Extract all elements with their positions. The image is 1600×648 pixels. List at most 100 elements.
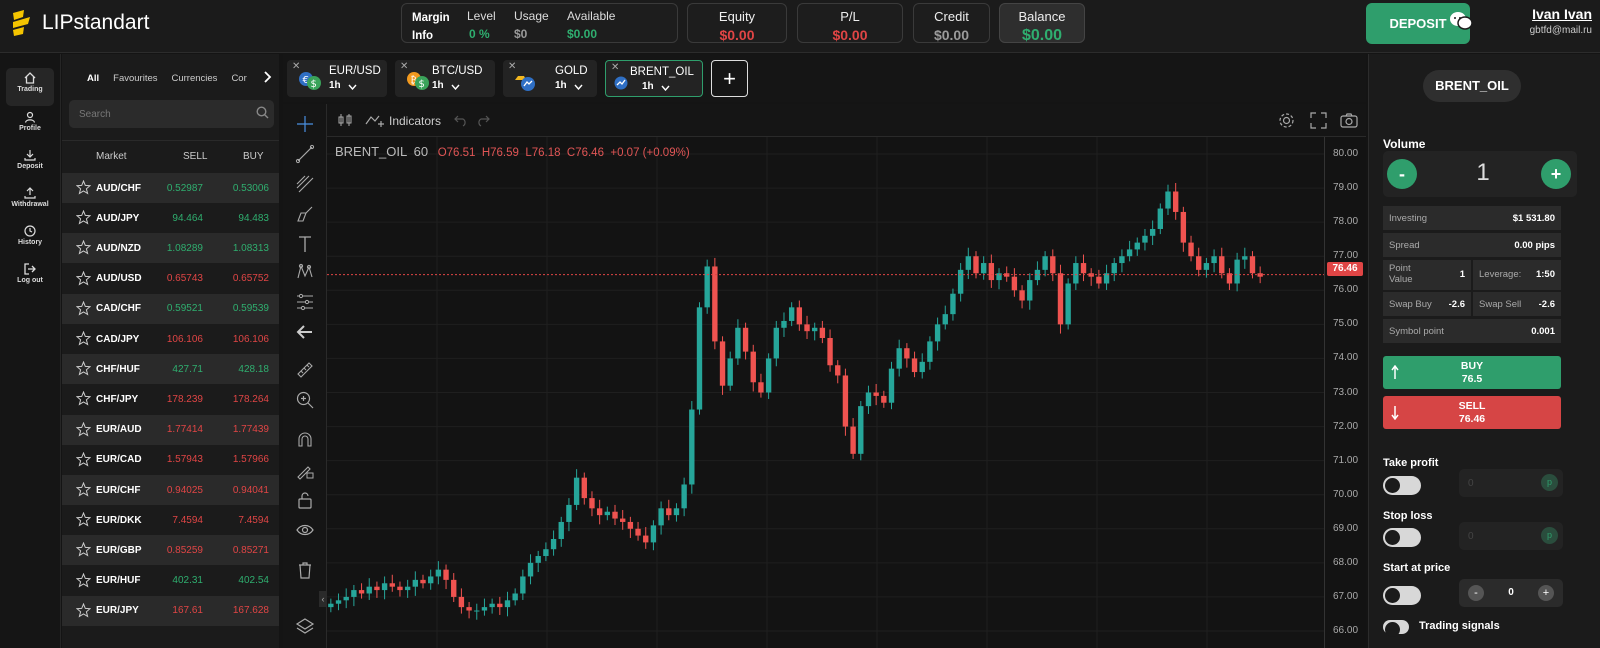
take-profit-pips-toggle[interactable]: p — [1541, 474, 1558, 491]
eye-icon[interactable] — [295, 520, 315, 540]
instrument-tab-gold[interactable]: ✕ GOLD 1h — [503, 60, 597, 97]
market-sell-price[interactable]: 402.31 — [172, 575, 203, 586]
lock-icon[interactable] — [295, 490, 315, 510]
market-sell-price[interactable]: 1.77414 — [167, 424, 203, 435]
market-buy-price[interactable]: 94.483 — [238, 213, 269, 224]
pattern-icon[interactable] — [295, 262, 315, 282]
market-sell-price[interactable]: 427.71 — [172, 364, 203, 375]
nav-profile[interactable]: Profile — [6, 107, 54, 145]
market-sell-price[interactable]: 0.52987 — [167, 183, 203, 194]
market-row[interactable]: CAD/JPY 106.106 106.106 — [62, 324, 279, 354]
nav-withdrawal[interactable]: Withdrawal — [6, 183, 54, 221]
market-buy-price[interactable]: 428.18 — [238, 364, 269, 375]
market-row[interactable]: EUR/GBP 0.85259 0.85271 — [62, 535, 279, 566]
sell-button[interactable]: SELL 76.46 — [1383, 396, 1561, 429]
take-profit-input[interactable]: 0 p — [1459, 469, 1563, 497]
star-icon[interactable] — [76, 512, 91, 527]
market-search-input[interactable]: Search — [69, 100, 274, 128]
text-tool-icon[interactable] — [295, 234, 315, 254]
stop-loss-input[interactable]: 0 p — [1459, 522, 1563, 550]
prediction-icon[interactable] — [295, 292, 315, 312]
nav-trading[interactable]: Trading — [6, 68, 54, 106]
market-buy-price[interactable]: 1.77439 — [233, 424, 269, 435]
close-icon[interactable]: ✕ — [611, 62, 619, 73]
crosshair-icon[interactable] — [295, 114, 315, 134]
star-icon[interactable] — [76, 270, 91, 286]
star-icon[interactable] — [76, 391, 91, 406]
instrument-timeframe[interactable]: 1h — [555, 80, 567, 91]
settings-gear-icon[interactable] — [1278, 112, 1295, 129]
instrument-timeframe[interactable]: 1h — [642, 81, 654, 92]
market-buy-price[interactable]: 7.4594 — [238, 515, 269, 526]
user-info[interactable]: Ivan Ivan gbtfd@mail.ru — [1518, 6, 1592, 36]
redo-icon[interactable] — [476, 113, 490, 127]
market-buy-price[interactable]: 106.106 — [233, 334, 269, 345]
indicators-icon[interactable] — [365, 112, 385, 128]
market-row[interactable]: AUD/CHF 0.52987 0.53006 — [62, 173, 279, 203]
nav-deposit[interactable]: Deposit — [6, 145, 54, 183]
market-buy-price[interactable]: 0.59539 — [233, 303, 269, 314]
arrow-left-icon[interactable] — [295, 322, 315, 342]
zoom-in-icon[interactable] — [295, 390, 315, 410]
market-sell-price[interactable]: 1.08289 — [167, 243, 203, 254]
start-price-value[interactable]: 0 — [1506, 587, 1516, 598]
market-row[interactable]: CHF/JPY 178.239 178.264 — [62, 384, 279, 414]
market-row[interactable]: AUD/JPY 94.464 94.483 — [62, 203, 279, 233]
collapse-toolbar-button[interactable]: ‹ — [319, 591, 327, 607]
star-icon[interactable] — [76, 240, 91, 255]
lock-pencil-icon[interactable] — [295, 460, 315, 480]
candles-icon[interactable] — [337, 112, 353, 128]
tab-favourites[interactable]: Favourites — [113, 73, 157, 84]
market-buy-price[interactable]: 0.65752 — [233, 273, 269, 284]
start-price-increase-button[interactable]: + — [1538, 585, 1554, 601]
tab-currencies[interactable]: Currencies — [172, 73, 218, 84]
star-icon[interactable] — [76, 482, 91, 497]
price-axis[interactable]: 80.00 79.00 78.00 77.00 76.00 75.00 74.00 73.00… — [1324, 137, 1366, 648]
trading-signals-toggle[interactable] — [1383, 620, 1409, 637]
market-row[interactable]: EUR/DKK 7.4594 7.4594 — [62, 505, 279, 535]
ruler-icon[interactable] — [295, 360, 315, 380]
star-icon[interactable] — [76, 451, 91, 467]
indicators-button[interactable]: Indicators — [389, 114, 441, 128]
star-icon[interactable] — [76, 542, 91, 557]
market-row[interactable]: EUR/AUD 1.77414 1.77439 — [62, 414, 279, 445]
star-icon[interactable] — [76, 210, 91, 225]
user-name[interactable]: Ivan Ivan — [1518, 6, 1592, 22]
market-buy-price[interactable]: 167.628 — [233, 605, 269, 616]
market-sell-price[interactable]: 94.464 — [172, 213, 203, 224]
market-sell-price[interactable]: 0.94025 — [167, 485, 203, 496]
start-price-decrease-button[interactable]: - — [1468, 585, 1484, 601]
market-sell-price[interactable]: 0.59521 — [167, 303, 203, 314]
trend-line-icon[interactable] — [295, 144, 315, 164]
fib-tool-icon[interactable] — [295, 174, 315, 194]
star-icon[interactable] — [76, 602, 91, 618]
price-chart[interactable] — [327, 137, 1324, 648]
chevron-down-icon[interactable] — [348, 84, 357, 90]
search-icon[interactable] — [256, 106, 269, 119]
market-sell-price[interactable]: 178.239 — [167, 394, 203, 405]
instrument-timeframe[interactable]: 1h — [329, 80, 341, 91]
market-sell-price[interactable]: 0.85259 — [167, 545, 203, 556]
instrument-tab-eurusd[interactable]: ✕ € $ EUR/USD 1h — [287, 60, 387, 97]
instrument-tab-brent-oil[interactable]: ✕ BRENT_OIL 1h — [605, 60, 703, 97]
market-sell-price[interactable]: 7.4594 — [172, 515, 203, 526]
chevron-down-icon[interactable] — [574, 84, 583, 90]
chevron-down-icon[interactable] — [661, 85, 670, 91]
chevron-down-icon[interactable] — [451, 84, 460, 90]
volume-value[interactable]: 1 — [1463, 159, 1503, 187]
market-buy-price[interactable]: 0.53006 — [233, 183, 269, 194]
market-buy-price[interactable]: 0.94041 — [233, 485, 269, 496]
camera-icon[interactable] — [1340, 112, 1358, 128]
close-icon[interactable]: ✕ — [508, 61, 516, 72]
volume-increase-button[interactable]: + — [1541, 159, 1571, 189]
trash-icon[interactable] — [295, 560, 315, 580]
market-buy-price[interactable]: 1.08313 — [233, 243, 269, 254]
undo-icon[interactable] — [454, 113, 468, 127]
market-row[interactable]: CHF/HUF 427.71 428.18 — [62, 354, 279, 385]
star-icon[interactable] — [76, 300, 91, 316]
market-row[interactable]: EUR/JPY 167.61 167.628 — [62, 595, 279, 626]
market-buy-price[interactable]: 402.54 — [238, 575, 269, 586]
magnet-icon[interactable] — [295, 430, 315, 450]
chevron-right-icon[interactable] — [264, 71, 272, 83]
take-profit-toggle[interactable] — [1383, 476, 1421, 495]
